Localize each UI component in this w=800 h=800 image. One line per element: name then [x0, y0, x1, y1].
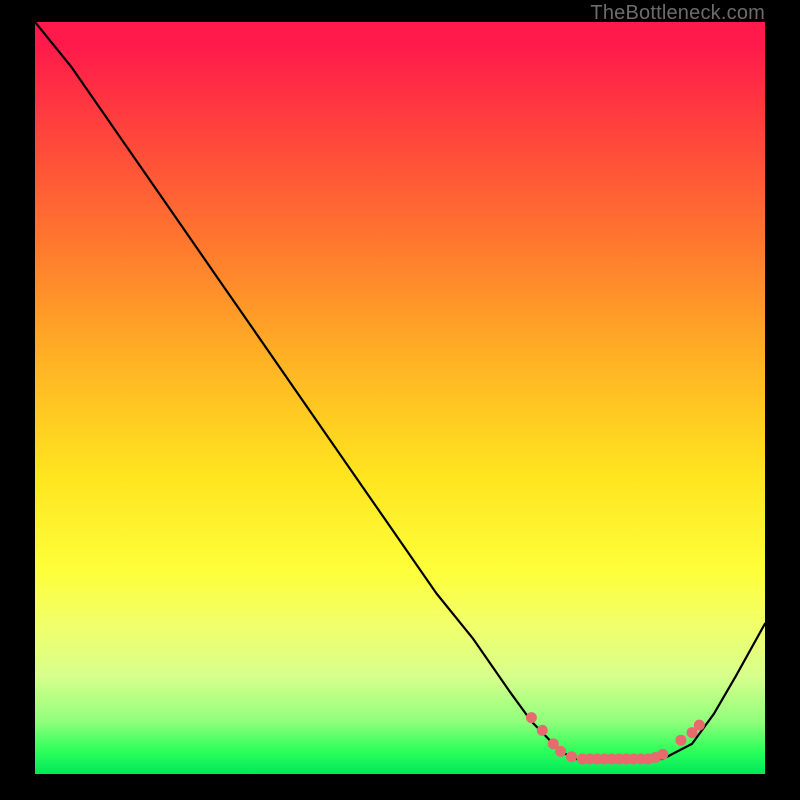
curve-marker	[687, 728, 697, 738]
curve-marker	[526, 713, 536, 723]
curve-marker	[548, 739, 558, 749]
bottleneck-curve	[35, 22, 765, 759]
plot-area	[35, 22, 765, 774]
curve-marker	[676, 735, 686, 745]
curve-marker	[567, 752, 577, 762]
chart-stage: TheBottleneck.com	[0, 0, 800, 800]
curve-marker	[658, 749, 668, 759]
curve-marker	[537, 725, 547, 735]
curve-marker	[556, 746, 566, 756]
curve-layer	[35, 22, 765, 774]
curve-markers	[526, 713, 704, 764]
curve-marker	[694, 720, 704, 730]
